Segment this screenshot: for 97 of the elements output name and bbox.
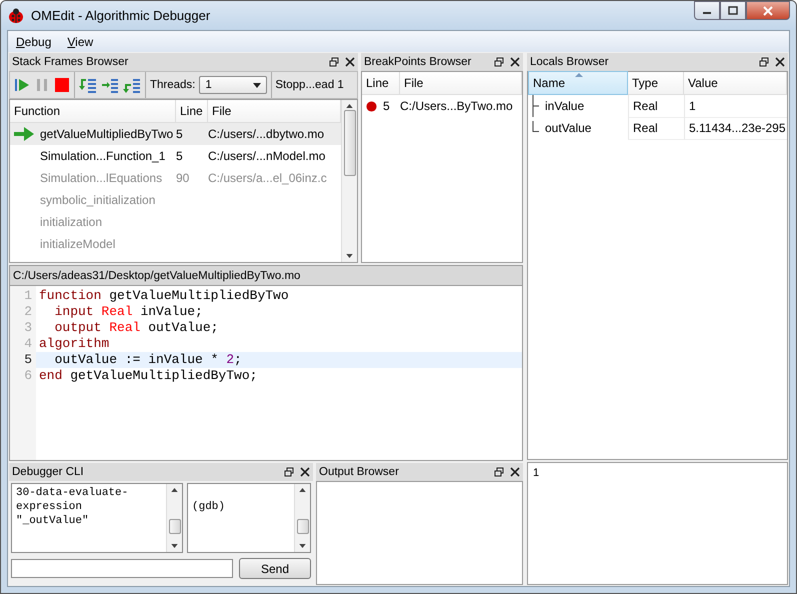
table-cell: outValue: [545, 121, 592, 135]
table-cell: C:/users/a...el_06inz.c: [208, 171, 327, 185]
column-header[interactable]: Function: [10, 100, 176, 122]
code-line: end getValueMultipliedByTwo;: [38, 368, 258, 384]
scroll-down-icon[interactable]: [346, 254, 353, 258]
close-icon[interactable]: [345, 57, 355, 67]
panel-title: Debugger CLI: [12, 466, 84, 478]
code-line: algorithm: [38, 336, 110, 352]
float-icon[interactable]: [494, 57, 504, 67]
table-cell-text: C:/Users...ByTwo.mo: [400, 99, 514, 113]
table-cell: initialization: [40, 215, 102, 229]
column-header[interactable]: Line: [362, 72, 400, 94]
panel-title: Locals Browser: [530, 56, 609, 68]
step-icon[interactable]: [101, 77, 119, 93]
close-icon[interactable]: [510, 467, 520, 477]
scrollbar[interactable]: [294, 484, 310, 552]
scroll-down-icon[interactable]: [299, 544, 306, 548]
scrollbar-thumb[interactable]: [344, 110, 356, 176]
stack-frame-row[interactable]: Simulation...Function_1 5 C:/users/...nModel.mo: [10, 145, 341, 167]
table-cell: 5: [383, 99, 390, 113]
table-cell: Real: [628, 116, 684, 140]
scrollbar-thumb[interactable]: [168, 519, 180, 534]
close-icon[interactable]: [775, 57, 785, 67]
stack-frame-row[interactable]: getValueMultipliedByTwo 5 C:/users/...dbytwo.mo: [10, 123, 341, 145]
scrollbar[interactable]: [341, 100, 357, 262]
threads-dropdown[interactable]: 1: [199, 76, 268, 94]
scroll-up-icon[interactable]: [299, 488, 306, 492]
table-cell: Simulation...Function_1: [40, 149, 166, 163]
step-icon[interactable]: [79, 77, 97, 93]
float-icon[interactable]: [329, 57, 339, 67]
send-button[interactable]: Send: [239, 558, 311, 579]
panel-title: BreakPoints Browser: [364, 56, 472, 68]
menu-item[interactable]: Debug: [16, 34, 52, 48]
breakpoint-icon: [366, 100, 377, 112]
panel-title: Output Browser: [319, 466, 399, 478]
line-number: 6: [24, 368, 32, 384]
maximize-icon: [728, 6, 738, 16]
scroll-up-icon[interactable]: [346, 104, 353, 108]
column-header[interactable]: Name: [528, 71, 628, 95]
threads-label: Threads:: [150, 79, 196, 91]
close-icon: [763, 6, 773, 16]
table-cell: symbolic_initialization: [40, 193, 156, 207]
table-cell: 90: [176, 171, 190, 185]
current-frame-arrow-icon: [14, 127, 34, 141]
scroll-up-icon[interactable]: [171, 488, 178, 492]
stop-icon[interactable]: [54, 77, 70, 93]
tree-branch-icon: [532, 95, 539, 117]
status-text: Stopp...ead 1: [275, 79, 344, 91]
dropdown-arrow-icon: [253, 82, 262, 88]
table-cell: inValue: [545, 99, 584, 113]
line-number: 1: [24, 288, 32, 304]
sort-indicator-icon: [575, 73, 583, 77]
maximize-button[interactable]: [720, 1, 746, 20]
scrollbar-thumb[interactable]: [296, 519, 308, 534]
table-cell: initializeModel: [40, 237, 116, 251]
command-log: 30-data-evaluate- expression "_outValue": [15, 486, 130, 529]
code-line: function getValueMultipliedByTwo: [38, 288, 290, 304]
table-cell: C:/users/...nModel.mo: [208, 149, 326, 163]
panel-title: Stack Frames Browser: [12, 56, 128, 68]
column-header[interactable]: File: [400, 72, 522, 94]
close-icon[interactable]: [300, 467, 310, 477]
close-icon[interactable]: [510, 57, 520, 67]
minimize-icon: [703, 12, 711, 14]
close-button[interactable]: [746, 1, 790, 20]
table-cell: Simulation...lEquations: [40, 171, 162, 185]
line-number: 5: [24, 352, 32, 368]
step-icon[interactable]: [123, 77, 141, 93]
column-header[interactable]: Line: [176, 100, 208, 122]
file-path: C:/Users/adeas31/Desktop/getValueMultipliedByTwo.mo: [10, 266, 522, 286]
column-header[interactable]: Type: [628, 72, 684, 94]
tree-branch-icon: [532, 121, 539, 132]
resume-icon[interactable]: [14, 77, 30, 93]
table-cell: 5.11434...23e-295: [684, 116, 787, 140]
scrollbar[interactable]: [166, 484, 182, 552]
line-number: 2: [24, 304, 32, 320]
table-cell: 5: [176, 149, 183, 163]
float-icon[interactable]: [494, 467, 504, 477]
command-input[interactable]: [11, 559, 233, 578]
table-cell: getValueMultipliedByTwo: [40, 127, 174, 141]
float-icon[interactable]: [759, 57, 769, 67]
column-header[interactable]: Value: [684, 72, 787, 94]
window-title: OMEdit - Algorithmic Debugger: [31, 8, 210, 23]
float-icon[interactable]: [284, 467, 294, 477]
minimize-button[interactable]: [694, 1, 720, 20]
code-line: input Real inValue;: [54, 304, 204, 320]
table-cell: C:/users/...dbytwo.mo: [208, 127, 324, 141]
response-log: (gdb): [191, 500, 226, 515]
table-cell: 1: [684, 94, 787, 118]
code-line: output Real outValue;: [54, 320, 220, 336]
value-text: 1: [533, 467, 540, 479]
table-cell: Real: [628, 94, 684, 118]
line-number: 4: [24, 336, 32, 352]
menu-item[interactable]: View: [67, 34, 94, 48]
table-cell: 5: [176, 127, 183, 141]
ladybug-icon: [7, 8, 25, 24]
line-number: 3: [24, 320, 32, 336]
scroll-down-icon[interactable]: [171, 544, 178, 548]
